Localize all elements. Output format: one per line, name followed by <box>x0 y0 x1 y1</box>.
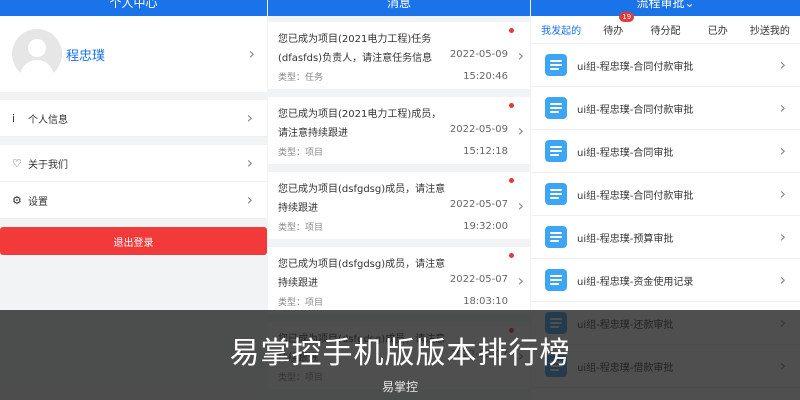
user-name: 程忠璞 <box>66 48 106 64</box>
tab-1[interactable]: 待办 19 <box>587 12 639 37</box>
approval-title: 流程审批 <box>636 0 685 10</box>
profile-header: 个人中心 <box>0 0 267 16</box>
info-icon: i <box>12 111 16 125</box>
logout-button[interactable]: 退出登录 <box>0 227 267 255</box>
chevron-right-icon: › <box>779 55 786 74</box>
tab-4[interactable]: 抄送我的 <box>744 22 796 37</box>
document-list-icon <box>545 226 567 248</box>
message-time: 15:20:46 <box>463 71 508 82</box>
approval-item-label: ui组-程忠璞-合同付款审批 <box>577 104 694 116</box>
tab-label: 我发起的 <box>541 26 582 37</box>
avatar <box>12 29 62 79</box>
chevron-right-icon: › <box>246 108 253 127</box>
caption-overlay: 易掌控手机版版本排行榜 易掌控 <box>0 310 800 400</box>
menu-item-label: 设置 <box>28 196 48 208</box>
chevron-down-icon[interactable]: ⌄ <box>684 0 694 10</box>
chevron-right-icon: › <box>779 98 786 117</box>
approval-item-label: ui组-程忠璞-合同审批 <box>577 147 674 159</box>
menu-item-settings[interactable]: ⚙ 设置 › <box>0 182 267 219</box>
message-time: 15:12:18 <box>463 146 508 157</box>
menu-item-label: 个人信息 <box>28 114 68 126</box>
chevron-right-icon: › <box>246 190 253 209</box>
document-list-icon <box>545 97 567 119</box>
message-text: 您已成为项目(dsfgdsg)成员，请注意持续跟进 <box>278 184 446 214</box>
chevron-right-icon: › <box>779 141 786 160</box>
approval-item-label: ui组-程忠璞-资金使用记录 <box>577 276 694 288</box>
document-list-icon <box>545 54 567 76</box>
profile-card[interactable]: 程忠璞 › <box>0 16 267 92</box>
message-text: 您已成为项目(2021电力工程)成员，请注意持续跟进 <box>278 109 442 139</box>
approval-item[interactable]: ui组-程忠璞-合同付款审批 › <box>531 87 800 130</box>
message-date: 2022-05-09 <box>449 124 508 135</box>
message-item[interactable]: 您已成为项目(2021电力工程)任务(dfasfds)负责人，请注意任务信息 类型… <box>268 22 530 89</box>
approval-tabs: 我发起的 待办 19 待分配 已办 抄送我的 <box>531 12 800 44</box>
unread-dot <box>509 103 514 108</box>
tab-label: 已办 <box>707 26 728 37</box>
unread-dot <box>509 253 514 258</box>
messages-header: 消息 <box>268 0 530 16</box>
chevron-right-icon: › <box>517 195 524 215</box>
menu-item-about-us[interactable]: ♡ 关于我们 › <box>0 145 267 182</box>
caption-title: 易掌控手机版版本排行榜 <box>229 336 571 371</box>
message-time: 19:32:00 <box>463 221 508 232</box>
unread-dot <box>509 28 514 33</box>
message-item[interactable]: 您已成为项目(2021电力工程)成员，请注意持续跟进 类型：项目 2022-05-0… <box>268 97 530 164</box>
caption-subtitle: 易掌控 <box>381 380 418 394</box>
tab-label: 待分配 <box>650 26 681 37</box>
message-text: 您已成为项目(2021电力工程)任务(dfasfds)负责人，请注意任务信息 <box>278 34 433 64</box>
approval-item[interactable]: ui组-程忠璞-合同付款审批 › <box>531 173 800 216</box>
approval-item-label: ui组-程忠璞-合同付款审批 <box>577 190 694 202</box>
approval-item[interactable]: ui组-程忠璞-合同审批 › <box>531 130 800 173</box>
document-list-icon <box>545 183 567 205</box>
message-time: 18:03:10 <box>463 296 508 307</box>
approval-item[interactable]: ui组-程忠璞-预算审批 › <box>531 216 800 259</box>
count-badge: 19 <box>619 12 635 22</box>
tab-0[interactable]: 我发起的 <box>535 22 587 37</box>
message-text: 您已成为项目(dsfgdsg)成员，请注意持续跟进 <box>278 259 446 289</box>
approval-item[interactable]: ui组-程忠璞-合同付款审批 › <box>531 44 800 87</box>
tab-label: 待办 <box>603 26 624 37</box>
approval-item-label: ui组-程忠璞-预算审批 <box>577 233 674 245</box>
tab-3[interactable]: 已办 <box>692 22 744 37</box>
message-date: 2022-05-07 <box>449 274 508 285</box>
gear-icon: ⚙ <box>12 193 22 207</box>
message-item[interactable]: 您已成为项目(dsfgdsg)成员，请注意持续跟进类型：项目2022-05-07… <box>268 247 530 314</box>
chevron-right-icon: › <box>517 45 524 65</box>
approval-header: 流程审批⌄ <box>531 0 800 16</box>
document-list-icon <box>545 140 567 162</box>
chevron-right-icon: › <box>517 120 524 140</box>
chevron-right-icon: › <box>517 270 524 290</box>
approval-item[interactable]: ui组-程忠璞-资金使用记录 › <box>531 259 800 302</box>
document-list-icon <box>545 269 567 291</box>
menu-item-personal-info[interactable]: i 个人信息 › <box>0 100 267 137</box>
message-date: 2022-05-07 <box>449 199 508 210</box>
approval-item-label: ui组-程忠璞-合同付款审批 <box>577 61 694 73</box>
tab-label: 抄送我的 <box>749 26 790 37</box>
chevron-right-icon: › <box>779 227 786 246</box>
chevron-right-icon: › <box>779 184 786 203</box>
message-item[interactable]: 您已成为项目(dsfgdsg)成员，请注意持续跟进类型：项目2022-05-07… <box>268 172 530 239</box>
chevron-right-icon: › <box>246 153 253 172</box>
message-date: 2022-05-09 <box>449 49 508 60</box>
chevron-right-icon: › <box>779 270 786 289</box>
chevron-right-icon: › <box>248 44 255 63</box>
unread-dot <box>509 178 514 183</box>
menu-item-label: 关于我们 <box>28 159 68 171</box>
tab-2[interactable]: 待分配 <box>639 22 691 37</box>
heart-icon: ♡ <box>12 156 22 170</box>
